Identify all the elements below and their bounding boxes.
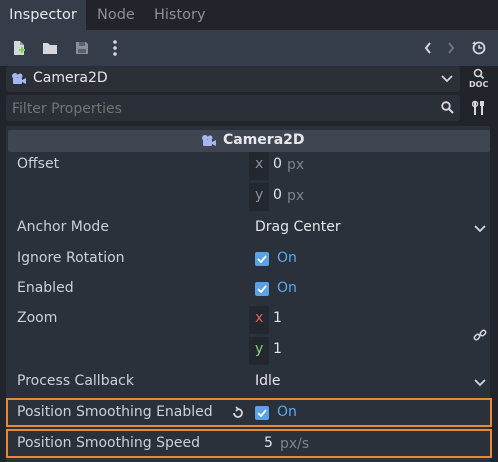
- zoom-x-field[interactable]: 1: [273, 310, 282, 326]
- zoom-x-axis-label: x: [255, 310, 264, 326]
- camera2d-icon: [11, 71, 27, 87]
- anchor-mode-label: Anchor Mode: [17, 219, 109, 235]
- offset-label: Offset: [17, 156, 60, 172]
- filter-properties-field[interactable]: [6, 95, 460, 121]
- forward-icon[interactable]: [442, 39, 460, 57]
- open-folder-icon[interactable]: [41, 39, 59, 57]
- position-smoothing-speed-field[interactable]: 5: [264, 435, 273, 451]
- zoom-label: Zoom: [17, 310, 58, 326]
- camera2d-section-icon: [201, 133, 217, 149]
- zoom-y-field[interactable]: 1: [273, 341, 282, 357]
- tab-inspector[interactable]: Inspector: [0, 0, 86, 30]
- history-icon[interactable]: [470, 39, 488, 57]
- search-icon: [440, 100, 454, 114]
- position-smoothing-enabled-label: Position Smoothing Enabled: [17, 404, 213, 420]
- section-header[interactable]: Camera2D: [8, 130, 490, 152]
- doc-label: DOC: [469, 80, 489, 89]
- section-title: Camera2D: [223, 132, 305, 148]
- ignore-rotation-value: On: [277, 250, 297, 266]
- documentation-button[interactable]: DOC: [468, 68, 490, 92]
- tab-bar: Inspector Node History: [0, 0, 498, 30]
- zoom-y-axis-label: y: [255, 341, 264, 357]
- enabled-label: Enabled: [17, 280, 74, 296]
- link-icon[interactable]: [472, 327, 488, 343]
- ignore-rotation-checkbox[interactable]: [255, 252, 269, 266]
- object-name: Camera2D: [33, 70, 108, 86]
- position-smoothing-enabled-checkbox[interactable]: [255, 406, 269, 420]
- position-smoothing-speed-label: Position Smoothing Speed: [17, 435, 200, 451]
- enabled-checkbox[interactable]: [255, 282, 269, 296]
- tab-node[interactable]: Node: [97, 0, 135, 30]
- tab-history[interactable]: History: [154, 0, 206, 30]
- object-selector[interactable]: Camera2D: [6, 66, 460, 92]
- chevron-down-icon[interactable]: [474, 378, 486, 388]
- offset-x-unit: px: [287, 157, 305, 173]
- enabled-value: On: [277, 280, 297, 296]
- back-icon[interactable]: [419, 39, 437, 57]
- offset-x-axis-label: x: [255, 156, 264, 172]
- position-smoothing-speed-unit: px/s: [280, 436, 310, 452]
- revert-icon[interactable]: [230, 405, 246, 421]
- filter-properties-input[interactable]: [10, 98, 414, 120]
- tools-icon[interactable]: [471, 99, 487, 117]
- position-smoothing-enabled-value: On: [277, 404, 297, 420]
- process-callback-dropdown[interactable]: Idle: [255, 373, 281, 389]
- chevron-down-icon[interactable]: [474, 224, 486, 234]
- offset-x-field[interactable]: 0: [273, 156, 282, 172]
- anchor-mode-dropdown[interactable]: Drag Center: [255, 219, 341, 235]
- offset-y-axis-label: y: [255, 187, 264, 203]
- save-icon[interactable]: [73, 39, 91, 57]
- new-resource-icon[interactable]: [10, 39, 28, 57]
- inspector-toolbar: [0, 30, 498, 66]
- more-vertical-icon[interactable]: [106, 39, 124, 57]
- offset-y-unit: px: [287, 188, 305, 204]
- help-search-icon: [472, 68, 486, 80]
- offset-y-field[interactable]: 0: [273, 187, 282, 203]
- chevron-down-icon[interactable]: [440, 73, 454, 85]
- process-callback-label: Process Callback: [17, 373, 134, 389]
- ignore-rotation-label: Ignore Rotation: [17, 250, 125, 266]
